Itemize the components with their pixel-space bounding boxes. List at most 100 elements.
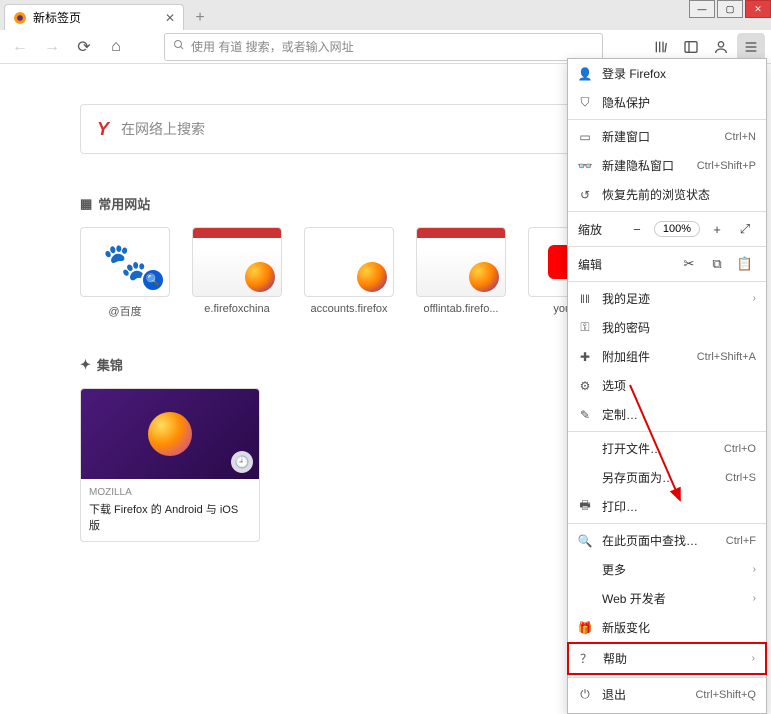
account-button[interactable] [707,33,735,61]
menu-label: 帮助 [603,650,742,667]
chevron-right-icon: › [752,653,755,664]
menu-edit-row: 编辑 ✂ ⧉ 📋 [568,249,766,279]
menu-print[interactable]: 🖶 打印… [568,492,766,521]
library-icon: ‖‖ [578,292,592,306]
menu-library[interactable]: ‖‖ 我的足迹 › [568,284,766,313]
menu-label: Web 开发者 [602,590,743,607]
menu-webdev[interactable]: Web 开发者 › [568,584,766,613]
cut-button[interactable]: ✂ [678,253,700,275]
menu-label: 新版变化 [602,619,756,636]
menu-restore[interactable]: ↺ 恢复先前的浏览状态 [568,180,766,209]
tab-strip: 新标签页 ✕ + [0,0,771,30]
help-icon: ？ [579,652,593,666]
firefox-mini-icon [245,262,275,292]
window-minimize-button[interactable]: — [689,0,715,18]
menu-exit[interactable]: ⏻ 退出 Ctrl+Shift+Q [568,680,766,709]
grid-icon: ▦ [80,196,92,212]
firefox-mini-icon [469,262,499,292]
menu-shortcut: Ctrl+F [726,535,756,547]
topsites-label: 常用网站 [98,194,150,213]
tile-offlintab[interactable]: offlintab.firefo... [416,227,506,319]
address-bar[interactable]: 使用 有道 搜索，或者输入网址 [164,33,603,61]
new-tab-button[interactable]: + [188,6,212,30]
window-close-button[interactable]: ✕ [745,0,771,18]
menu-shortcut: Ctrl+Shift+Q [695,689,756,701]
zoom-label: 缩放 [578,221,602,238]
puzzle-icon: ✚ [578,350,592,364]
menu-label: 隐私保护 [602,94,756,111]
zoom-out-button[interactable]: − [626,218,648,240]
search-icon: 🔍 [578,534,592,548]
menu-zoom-row: 缩放 − 100% + ⤢ [568,214,766,244]
highlight-title: 下载 Firefox 的 Android 与 iOS 版 [89,501,251,533]
gear-icon: ⚙ [578,379,592,393]
menu-new-window[interactable]: ▭ 新建窗口 Ctrl+N [568,122,766,151]
back-button[interactable]: ← [6,33,34,61]
forward-button[interactable]: → [38,33,66,61]
library-button[interactable] [647,33,675,61]
menu-shortcut: Ctrl+N [725,131,756,143]
menu-label: 新建隐私窗口 [602,157,687,174]
copy-button[interactable]: ⧉ [706,253,728,275]
menu-label: 附加组件 [602,348,687,365]
menu-new-private[interactable]: 👓 新建隐私窗口 Ctrl+Shift+P [568,151,766,180]
menu-signin[interactable]: 👤 登录 Firefox [568,59,766,88]
menu-customize[interactable]: ✎ 定制… [568,400,766,429]
menu-label: 另存页面为… [602,469,715,486]
menu-label: 我的足迹 [602,290,743,307]
restore-icon: ↺ [578,188,592,202]
edit-label: 编辑 [578,256,602,273]
tile-accounts-firefox[interactable]: accounts.firefox [304,227,394,319]
zoom-in-button[interactable]: + [706,218,728,240]
menu-open-file[interactable]: 打开文件… Ctrl+O [568,434,766,463]
hamburger-menu-button[interactable] [737,33,765,61]
account-icon: 👤 [578,67,592,81]
menu-privacy[interactable]: ⛉ 隐私保护 [568,88,766,117]
firefox-mini-icon [357,262,387,292]
tile-firefoxchina[interactable]: e.firefoxchina [192,227,282,319]
paste-button[interactable]: 📋 [734,253,756,275]
menu-separator [568,677,766,678]
menu-separator [568,246,766,247]
reload-button[interactable]: ⟳ [70,33,98,61]
hero-search-placeholder: 在网络上搜索 [121,119,205,139]
highlights-icon: ✦ [80,357,91,373]
menu-save-as[interactable]: 另存页面为… Ctrl+S [568,463,766,492]
tile-baidu[interactable]: 🐾🔍 @百度 [80,227,170,319]
tile-label: e.firefoxchina [192,303,282,315]
menu-passwords[interactable]: ⚿ 我的密码 [568,313,766,342]
firefox-logo-icon [148,412,192,456]
menu-label: 选项 [602,377,756,394]
gift-icon: 🎁 [578,621,592,635]
menu-label: 登录 Firefox [602,65,756,82]
highlight-source: MOZILLA [89,487,251,498]
menu-shortcut: Ctrl+O [724,443,756,455]
highlights-label: 集锦 [97,355,123,374]
zoom-value[interactable]: 100% [654,221,700,237]
power-icon: ⏻ [578,688,592,702]
menu-label: 更多 [602,561,743,578]
menu-options[interactable]: ⚙ 选项 [568,371,766,400]
highlight-card[interactable]: 🕘 MOZILLA 下载 Firefox 的 Android 与 iOS 版 [80,388,260,542]
search-badge-icon: 🔍 [141,268,165,292]
chevron-right-icon: › [753,293,756,304]
menu-label: 恢复先前的浏览状态 [602,186,756,203]
menu-label: 打开文件… [602,440,714,457]
sidebar-button[interactable] [677,33,705,61]
fullscreen-button[interactable]: ⤢ [734,218,756,240]
menu-shortcut: Ctrl+S [725,472,756,484]
tab-close-icon[interactable]: ✕ [165,11,175,25]
menu-label: 在此页面中查找… [602,532,716,549]
menu-addons[interactable]: ✚ 附加组件 Ctrl+Shift+A [568,342,766,371]
menu-more[interactable]: 更多 › [568,555,766,584]
app-menu-panel: 👤 登录 Firefox ⛉ 隐私保护 ▭ 新建窗口 Ctrl+N 👓 新建隐私… [567,58,767,714]
menu-label: 退出 [602,686,685,703]
highlight-thumb: 🕘 [81,389,259,479]
menu-find[interactable]: 🔍 在此页面中查找… Ctrl+F [568,526,766,555]
menu-label: 新建窗口 [602,128,715,145]
browser-tab[interactable]: 新标签页 ✕ [4,4,184,30]
home-button[interactable]: ⌂ [102,33,130,61]
menu-whatsnew[interactable]: 🎁 新版变化 [568,613,766,642]
window-maximize-button[interactable]: ▢ [717,0,743,18]
menu-help[interactable]: ？ 帮助 › [567,642,767,675]
